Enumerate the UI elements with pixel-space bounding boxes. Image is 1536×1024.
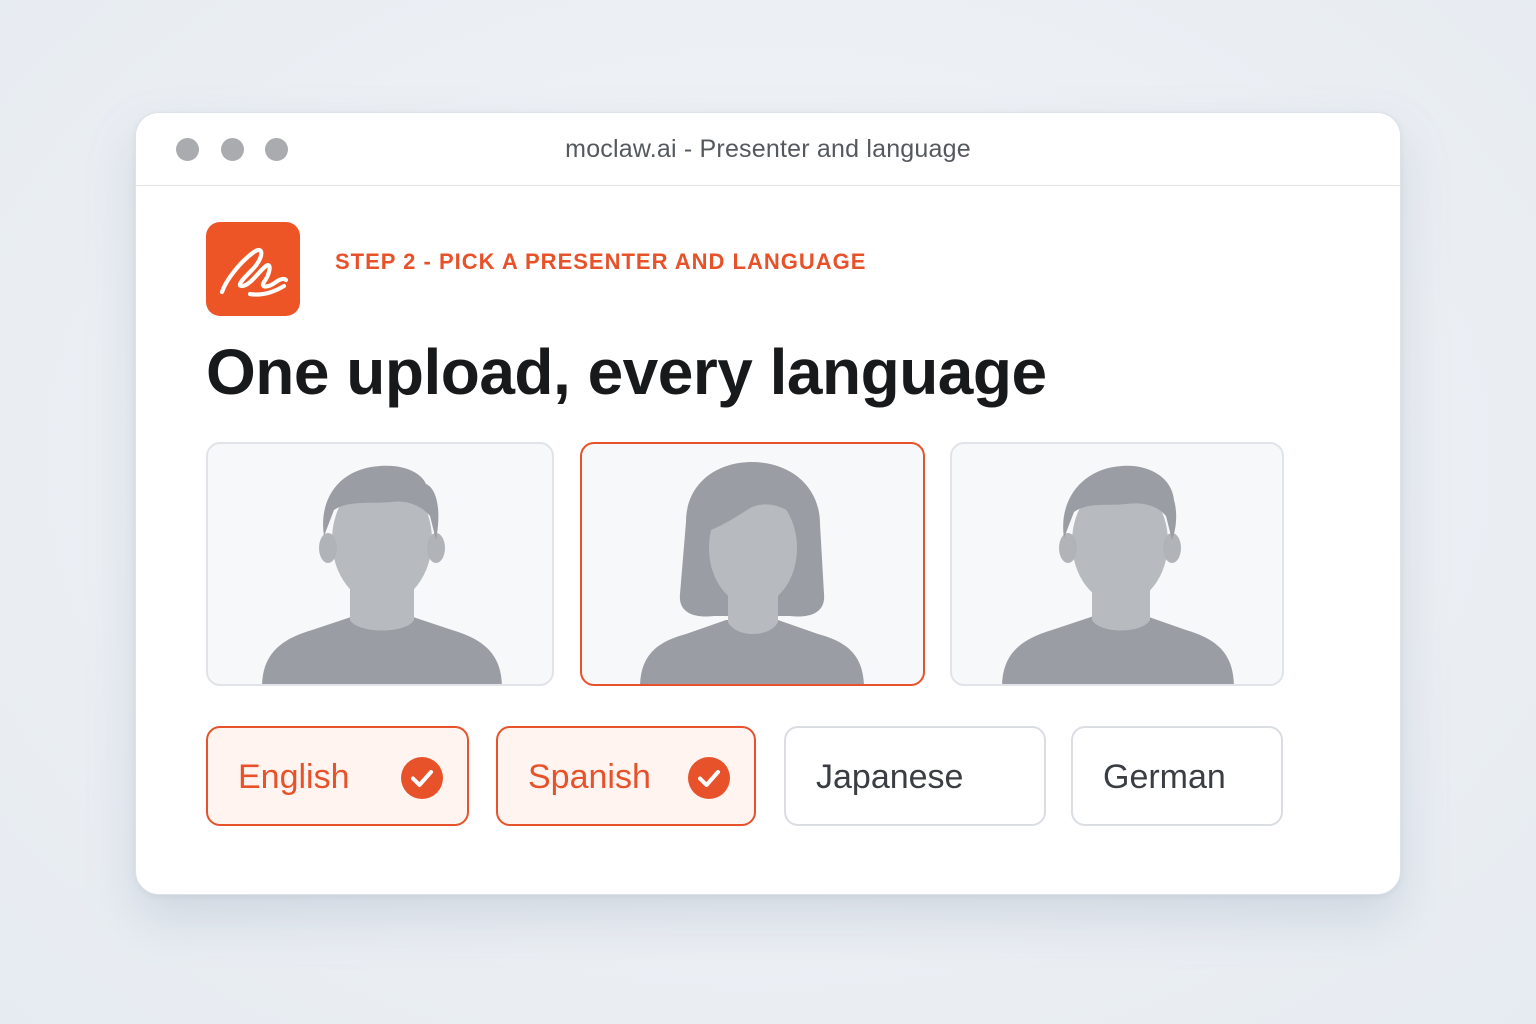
window-titlebar: moclaw.ai - Presenter and language: [136, 113, 1400, 186]
language-label: English: [238, 758, 350, 796]
language-label: Spanish: [528, 758, 651, 796]
language-option-japanese[interactable]: Japanese: [784, 726, 1046, 826]
presenter-card-1[interactable]: [206, 442, 554, 686]
male-avatar-icon: [1002, 465, 1234, 684]
step-label: STEP 2 - PICK A PRESENTER AND LANGUAGE: [335, 249, 867, 274]
presenter-card-3[interactable]: [950, 442, 1284, 686]
signature-icon: [219, 248, 289, 297]
checkmark-icon: [401, 757, 443, 799]
language-label: German: [1103, 758, 1226, 796]
browser-window: moclaw.ai - Presenter and language STEP …: [135, 112, 1401, 895]
language-label: Japanese: [816, 758, 964, 796]
presenter-card-2[interactable]: [580, 442, 925, 686]
language-option-spanish[interactable]: Spanish: [496, 726, 756, 826]
page-headline: One upload, every language: [206, 336, 1047, 408]
app-logo: [206, 222, 300, 316]
female-avatar-icon: [640, 462, 864, 684]
checkmark-icon: [688, 757, 730, 799]
male-avatar-icon: [262, 465, 502, 684]
window-title: moclaw.ai - Presenter and language: [565, 135, 971, 163]
language-option-english[interactable]: English: [206, 726, 469, 826]
language-option-german[interactable]: German: [1071, 726, 1283, 826]
